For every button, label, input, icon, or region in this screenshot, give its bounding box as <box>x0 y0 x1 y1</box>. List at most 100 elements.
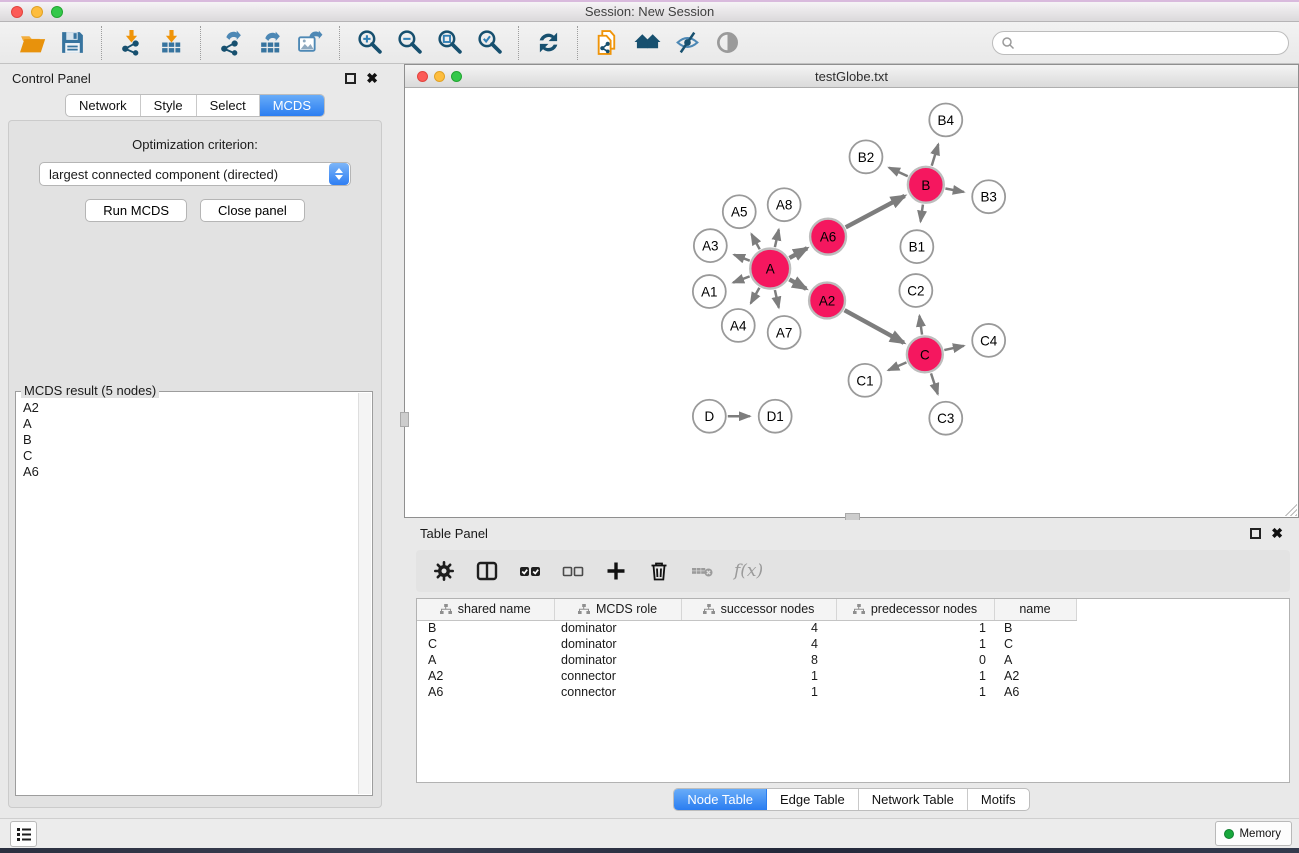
tab-network-table[interactable]: Network Table <box>859 789 968 810</box>
cell[interactable]: 4 <box>681 620 836 636</box>
node-C2[interactable]: C2 <box>899 274 932 307</box>
clone-network-button[interactable] <box>587 25 627 61</box>
memory-button[interactable]: Memory <box>1215 821 1292 846</box>
node-B1[interactable]: B1 <box>900 230 933 263</box>
network-close-button[interactable] <box>417 71 428 82</box>
minimize-window-button[interactable] <box>31 6 43 18</box>
import-table-button[interactable] <box>151 25 191 61</box>
edge-A-A7[interactable] <box>775 290 779 308</box>
cell[interactable]: connector <box>554 668 681 684</box>
tab-motifs[interactable]: Motifs <box>968 789 1029 810</box>
zoom-window-button[interactable] <box>51 6 63 18</box>
table-row[interactable]: A2connector11A2 <box>417 668 1289 684</box>
add-column-button[interactable] <box>605 559 627 583</box>
node-A6[interactable]: A6 <box>810 219 846 255</box>
network-zoom-button[interactable] <box>451 71 462 82</box>
node-C1[interactable]: C1 <box>849 364 882 397</box>
node-B2[interactable]: B2 <box>850 140 883 173</box>
cell[interactable]: A <box>417 652 554 668</box>
cell[interactable]: A6 <box>994 684 1076 700</box>
node-A5[interactable]: A5 <box>723 195 756 228</box>
node-A8[interactable]: A8 <box>768 188 801 221</box>
float-table-panel-icon[interactable] <box>1250 528 1261 539</box>
cell[interactable]: 1 <box>681 668 836 684</box>
zoom-out-button[interactable] <box>389 25 429 61</box>
cell[interactable]: connector <box>554 684 681 700</box>
cell[interactable]: 1 <box>681 684 836 700</box>
node-B4[interactable]: B4 <box>929 103 962 136</box>
close-window-button[interactable] <box>11 6 23 18</box>
node-B[interactable]: B <box>908 167 944 203</box>
edge-A6-B[interactable] <box>846 196 905 227</box>
result-item[interactable]: A6 <box>23 464 351 480</box>
column-header-successor-nodes[interactable]: successor nodes <box>681 599 836 620</box>
cell[interactable]: A2 <box>417 668 554 684</box>
result-item[interactable]: B <box>23 432 351 448</box>
cell[interactable]: 1 <box>836 620 994 636</box>
show-panels-button[interactable] <box>10 821 37 847</box>
search-input[interactable] <box>1015 36 1288 51</box>
edge-A-A5[interactable] <box>751 234 759 249</box>
node-D[interactable]: D <box>693 400 726 433</box>
zoom-selected-button[interactable] <box>469 25 509 61</box>
edge-A-A4[interactable] <box>751 288 760 304</box>
node-A1[interactable]: A1 <box>693 275 726 308</box>
edge-C-C1[interactable] <box>888 362 906 370</box>
search-box[interactable] <box>992 31 1289 55</box>
edge-A-A6[interactable] <box>789 248 807 258</box>
export-image-button[interactable] <box>290 25 330 61</box>
import-network-button[interactable] <box>111 25 151 61</box>
open-session-button[interactable] <box>12 25 52 61</box>
result-scrollbar[interactable] <box>358 393 371 794</box>
edge-B-B3[interactable] <box>945 188 963 191</box>
cell[interactable]: C <box>417 636 554 652</box>
function-builder-button[interactable]: f(x) <box>734 559 763 583</box>
mcds-result-list[interactable]: A2ABCA6 <box>16 394 358 794</box>
edge-A-A8[interactable] <box>775 230 779 248</box>
home-button[interactable] <box>627 25 667 61</box>
tab-node-table[interactable]: Node Table <box>674 789 767 810</box>
resize-grip-icon[interactable] <box>1284 503 1297 516</box>
network-minimize-button[interactable] <box>434 71 445 82</box>
cell[interactable]: 8 <box>681 652 836 668</box>
edge-A-A1[interactable] <box>733 276 749 282</box>
delete-column-button[interactable] <box>648 559 670 583</box>
settings-button[interactable] <box>433 559 455 583</box>
cell[interactable]: 1 <box>836 684 994 700</box>
column-header-predecessor-nodes[interactable]: predecessor nodes <box>836 599 994 620</box>
result-item[interactable]: C <box>23 448 351 464</box>
show-graphics-details-button[interactable] <box>707 25 747 61</box>
edge-A-A3[interactable] <box>734 255 750 261</box>
column-header-name[interactable]: name <box>994 599 1076 620</box>
edge-B-B1[interactable] <box>921 205 923 222</box>
tab-mcds[interactable]: MCDS <box>260 95 324 116</box>
cell[interactable]: 1 <box>836 636 994 652</box>
network-graph-svg[interactable]: B4B2BB3A5A8A6A3B1AC2A1A2A4A7C4CC1C3DD1 <box>405 88 1298 517</box>
tab-network[interactable]: Network <box>66 95 141 116</box>
column-header-shared-name[interactable]: shared name <box>417 599 554 620</box>
vertical-scroll-indicator[interactable] <box>400 412 409 427</box>
cell[interactable]: A6 <box>417 684 554 700</box>
hide-graphics-details-button[interactable] <box>667 25 707 61</box>
save-session-button[interactable] <box>52 25 92 61</box>
edge-B-B2[interactable] <box>889 168 908 177</box>
column-layout-button[interactable] <box>476 559 498 583</box>
cell[interactable]: C <box>994 636 1076 652</box>
refresh-button[interactable] <box>528 25 568 61</box>
cell[interactable]: A2 <box>994 668 1076 684</box>
node-A4[interactable]: A4 <box>722 309 755 342</box>
table-row[interactable]: Bdominator41B <box>417 620 1289 636</box>
cell[interactable]: B <box>994 620 1076 636</box>
table-row[interactable]: A6connector11A6 <box>417 684 1289 700</box>
table-row[interactable]: Cdominator41C <box>417 636 1289 652</box>
export-network-button[interactable] <box>210 25 250 61</box>
network-canvas[interactable]: B4B2BB3A5A8A6A3B1AC2A1A2A4A7C4CC1C3DD1 <box>405 88 1298 517</box>
node-B3[interactable]: B3 <box>972 180 1005 213</box>
node-C4[interactable]: C4 <box>972 324 1005 357</box>
edge-A2-C[interactable] <box>845 310 904 343</box>
cell[interactable]: 0 <box>836 652 994 668</box>
column-header-MCDS-role[interactable]: MCDS role <box>554 599 681 620</box>
edge-C-C4[interactable] <box>944 346 964 350</box>
cell[interactable]: B <box>417 620 554 636</box>
tab-select[interactable]: Select <box>197 95 260 116</box>
